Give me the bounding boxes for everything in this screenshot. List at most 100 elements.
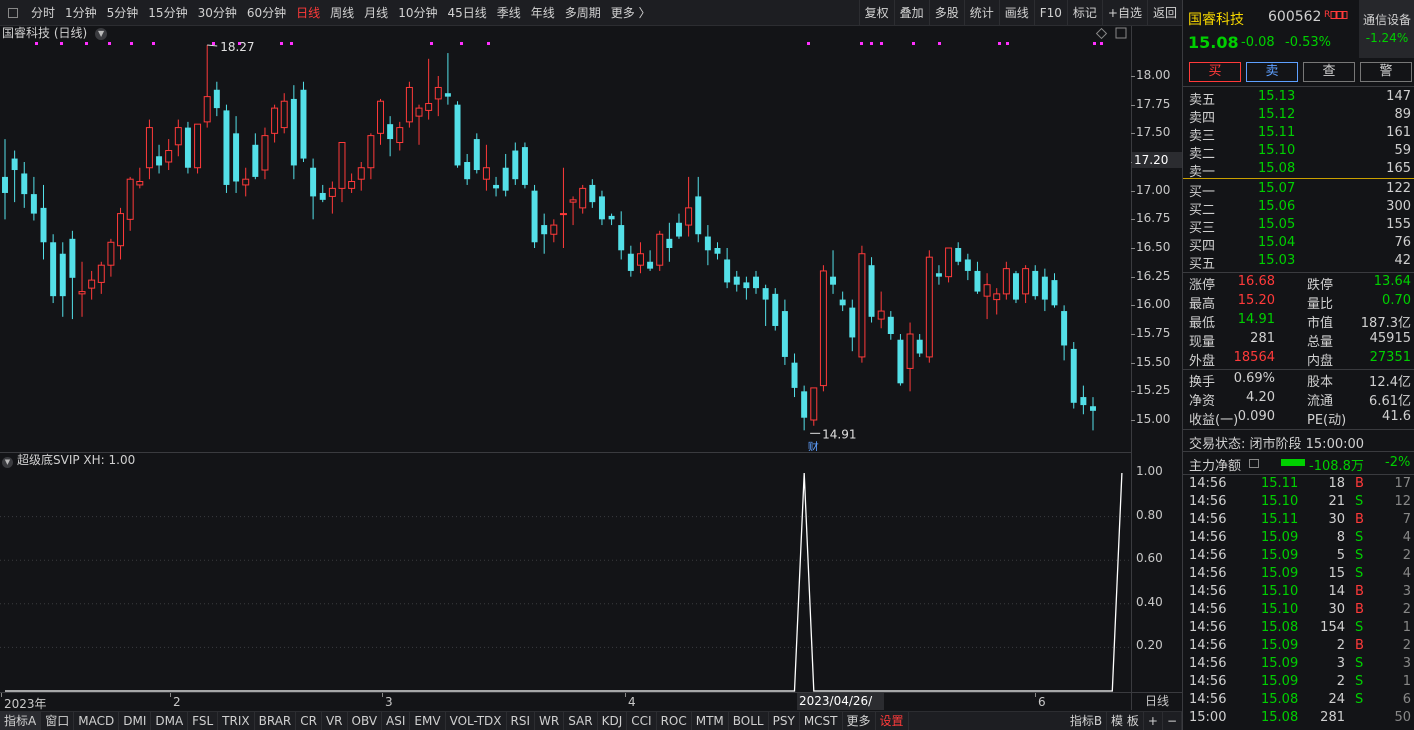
candle (849, 299, 856, 352)
indicator-tab-11[interactable]: ASI (382, 712, 411, 730)
toolbar-button-8[interactable]: 返回 (1146, 0, 1182, 26)
indicator-tab-17[interactable]: KDJ (598, 712, 628, 730)
toolbar-button-3[interactable]: 统计 (963, 0, 999, 26)
stat-value: 18564 (1233, 350, 1275, 365)
indicator-tab-0[interactable]: 指标A (0, 712, 42, 730)
period-tab-1[interactable]: 1分钟 (60, 0, 102, 26)
trade-button-0[interactable]: 买 (1189, 62, 1241, 82)
period-tab-7[interactable]: 周线 (325, 0, 359, 26)
indicator-tab-18[interactable]: CCI (627, 712, 657, 730)
bid-row[interactable]: 买五 15.03 42 (1183, 253, 1414, 272)
toolbar-button-4[interactable]: 画线 (998, 0, 1034, 26)
tick-row: 14:56 15.08 154 S 1 (1183, 620, 1414, 638)
indicator-tab-19[interactable]: ROC (657, 712, 692, 730)
indicator-tab-21[interactable]: BOLL (729, 712, 769, 730)
ask-volume: 147 (1386, 89, 1411, 104)
main-flow-pct: -2% (1385, 455, 1411, 470)
chevron-down-icon[interactable]: ▼ (95, 27, 108, 40)
indicator-tab-right-3[interactable]: − (1163, 712, 1182, 730)
tick-time: 14:56 (1189, 476, 1227, 491)
period-tab-13[interactable]: 多周期 (560, 0, 606, 26)
indicator-tabs-right: 指标B 模 板 + − (1066, 712, 1182, 730)
candle-body (1061, 311, 1068, 346)
list-icon[interactable] (1249, 459, 1259, 468)
period-tab-5[interactable]: 60分钟 (242, 0, 291, 26)
ask-row[interactable]: 卖四 15.12 89 (1183, 107, 1414, 126)
period-tab-6[interactable]: 日线 (291, 0, 325, 26)
ask-row[interactable]: 卖二 15.10 59 (1183, 143, 1414, 162)
indicator-tab-9[interactable]: VR (322, 712, 348, 730)
candle-body (762, 288, 769, 300)
price-tick-mark (1131, 104, 1135, 106)
indicator-tab-right-0[interactable]: 指标B (1066, 712, 1108, 730)
period-tab-9[interactable]: 10分钟 (393, 0, 442, 26)
indicator-tab-22[interactable]: PSY (769, 712, 800, 730)
window-icon[interactable] (8, 7, 18, 18)
toolbar-button-1[interactable]: 叠加 (893, 0, 929, 26)
toolbar-button-5[interactable]: F10 (1033, 0, 1067, 26)
candle-body (261, 135, 269, 171)
trade-button-2[interactable]: 查 (1303, 62, 1355, 82)
indicator-tab-4[interactable]: DMA (151, 712, 189, 730)
stat-label: 收益(一) (1189, 413, 1239, 428)
toolbar-button-6[interactable]: 标记 (1066, 0, 1102, 26)
candle-body (935, 273, 942, 277)
tick-row: 14:56 15.10 30 B 2 (1183, 602, 1414, 620)
tick-volume: 30 (1328, 602, 1345, 617)
bid-row[interactable]: 买二 15.06 300 (1183, 199, 1414, 218)
indicator-tab-13[interactable]: VOL-TDX (446, 712, 507, 730)
bid-row[interactable]: 买四 15.04 76 (1183, 235, 1414, 254)
indicator-tab-1[interactable]: 窗口 (41, 712, 75, 730)
bid-row[interactable]: 买一 15.07 122 (1183, 181, 1414, 200)
period-tab-2[interactable]: 5分钟 (102, 0, 144, 26)
price-tick: 18.00 (1136, 68, 1171, 82)
period-tab-14[interactable]: 更多 〉 (606, 0, 656, 26)
trade-button-3[interactable]: 警 (1360, 62, 1412, 82)
industry-box[interactable]: 通信设备 -1.24% (1359, 0, 1414, 58)
indicator-tab-15[interactable]: WR (535, 712, 565, 730)
candle (1080, 385, 1087, 415)
toolbar-button-7[interactable]: +自选 (1101, 0, 1147, 26)
candle (59, 242, 66, 317)
ask-row[interactable]: 卖一 15.08 165 (1183, 161, 1414, 180)
indicator-tab-8[interactable]: CR (296, 712, 322, 730)
indicator-tab-20[interactable]: MTM (692, 712, 729, 730)
indicator-tab-2[interactable]: MACD (74, 712, 120, 730)
period-tab-3[interactable]: 15分钟 (143, 0, 192, 26)
ask-row[interactable]: 卖五 15.13 147 (1183, 89, 1414, 108)
indicator-tab-24[interactable]: 更多 (843, 712, 876, 730)
event-marker (938, 42, 941, 45)
toolbar-button-2[interactable]: 多股 (928, 0, 964, 26)
cursor-date-label: 2023/04/26/三 (797, 693, 884, 725)
indicator-tab-5[interactable]: FSL (188, 712, 219, 730)
period-tab-8[interactable]: 月线 (359, 0, 393, 26)
toolbar-button-0[interactable]: 复权 (858, 0, 894, 26)
indicator-tab-23[interactable]: MCST (800, 712, 843, 730)
indicator-tab-25[interactable]: 设置 (876, 712, 909, 730)
trade-button-1[interactable]: 卖 (1246, 62, 1298, 82)
candle-body (415, 107, 423, 117)
period-tab-11[interactable]: 季线 (492, 0, 526, 26)
stat-value: 27351 (1369, 350, 1411, 365)
indicator-tab-14[interactable]: RSI (507, 712, 536, 730)
bid-row[interactable]: 买三 15.05 155 (1183, 217, 1414, 236)
candle (1061, 305, 1068, 361)
indicator-tab-16[interactable]: SAR (564, 712, 598, 730)
candle (290, 85, 297, 180)
candle (877, 291, 885, 329)
period-tab-0[interactable]: 分时 (26, 0, 60, 26)
indicator-tab-right-2[interactable]: + (1144, 712, 1163, 730)
candlestick-chart[interactable]: 18.27 14.91财 (0, 26, 1131, 451)
indicator-chart[interactable] (0, 452, 1131, 692)
date-tick-mark (1, 693, 2, 697)
indicator-tab-12[interactable]: EMV (410, 712, 446, 730)
indicator-tab-7[interactable]: BRAR (255, 712, 297, 730)
period-tab-4[interactable]: 30分钟 (193, 0, 242, 26)
indicator-tab-6[interactable]: TRIX (218, 712, 255, 730)
indicator-tab-right-1[interactable]: 模 板 (1107, 712, 1144, 730)
indicator-tab-10[interactable]: OBV (348, 712, 383, 730)
period-tab-10[interactable]: 45日线 (442, 0, 491, 26)
period-tab-12[interactable]: 年线 (526, 0, 560, 26)
ask-row[interactable]: 卖三 15.11 161 (1183, 125, 1414, 144)
indicator-tab-3[interactable]: DMI (119, 712, 152, 730)
